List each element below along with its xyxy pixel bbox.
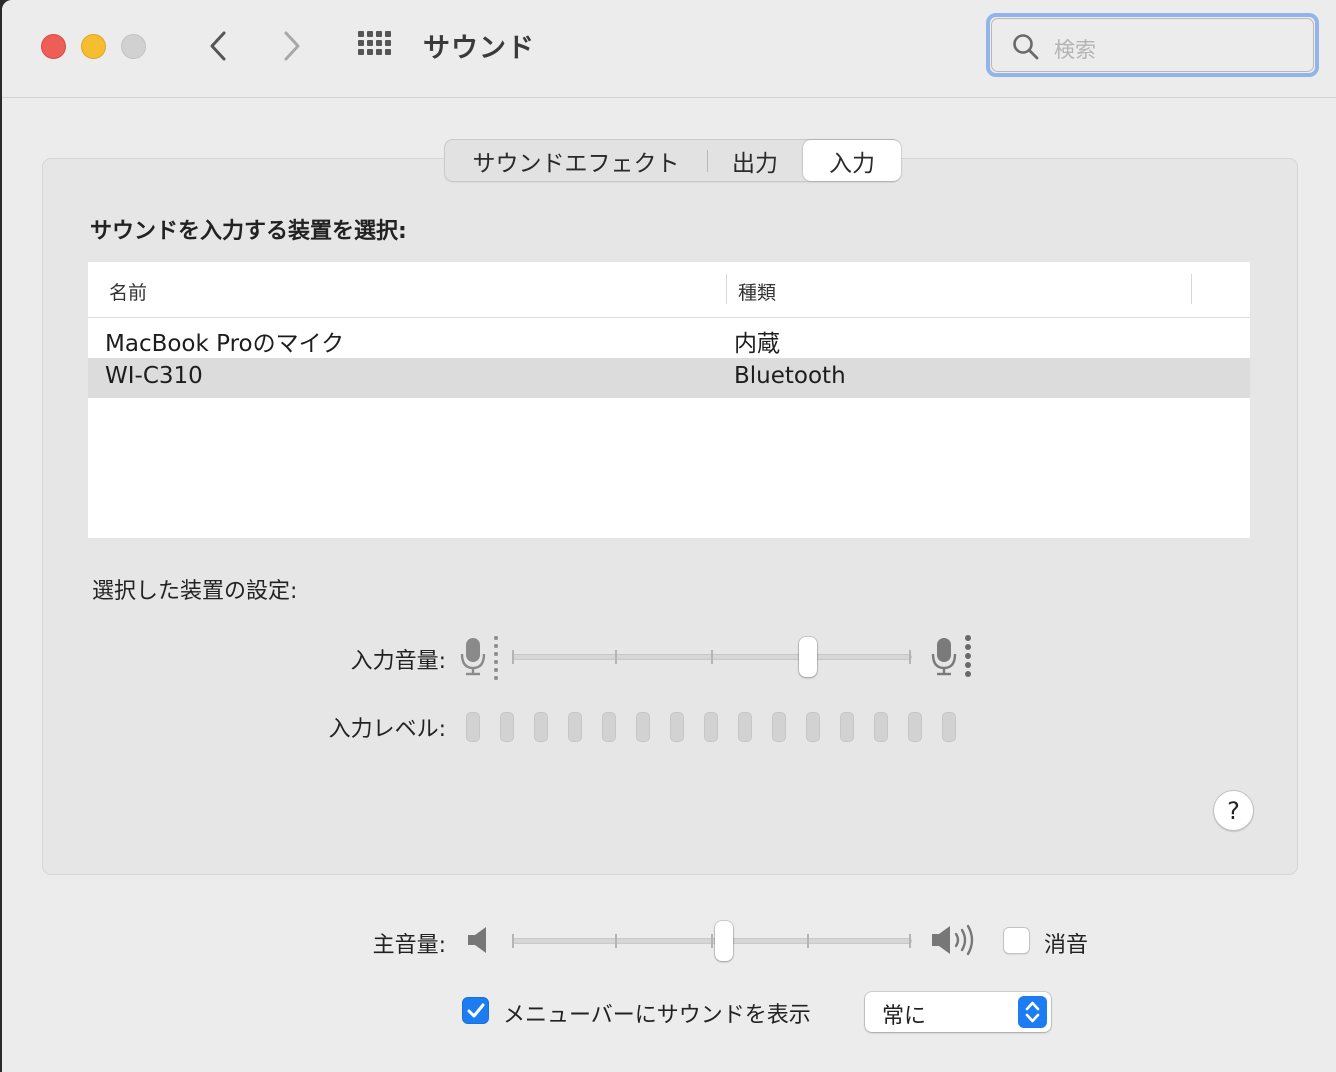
level-segment xyxy=(704,712,718,742)
show-in-menubar-label: メニューバーにサウンドを表示 xyxy=(503,1003,811,1028)
show-in-menubar-checkbox[interactable] xyxy=(462,997,489,1024)
level-segment xyxy=(772,712,786,742)
master-volume-thumb[interactable] xyxy=(715,921,733,961)
tab-bar: サウンドエフェクト 出力 入力 xyxy=(444,139,901,182)
level-segment xyxy=(568,712,582,742)
table-row-selected[interactable]: WI-C310 Bluetooth xyxy=(88,358,1250,398)
chevron-left-icon xyxy=(210,31,226,61)
table-row[interactable]: MacBook Proのマイク 内蔵 xyxy=(88,319,1250,359)
slider-tick xyxy=(711,650,713,664)
level-segment xyxy=(636,712,650,742)
speaker-loud-icon xyxy=(932,924,974,956)
popup-value: 常に xyxy=(882,1004,927,1029)
titlebar: サウンド 検索 xyxy=(2,0,1336,98)
input-level-label: 入力レベル: xyxy=(328,717,446,742)
level-segment xyxy=(942,712,956,742)
popup-stepper xyxy=(1018,996,1047,1028)
help-button[interactable]: ? xyxy=(1213,790,1254,831)
level-segment xyxy=(466,712,480,742)
show-all-button[interactable] xyxy=(354,28,394,62)
device-type: Bluetooth xyxy=(734,363,846,389)
table-header: 名前 種類 xyxy=(88,262,1250,318)
level-segment xyxy=(908,712,922,742)
up-down-chevron-icon xyxy=(1025,1001,1040,1023)
level-segment xyxy=(840,712,854,742)
slider-tick xyxy=(909,650,911,664)
input-volume-thumb[interactable] xyxy=(799,637,817,677)
microphone-icon xyxy=(460,636,498,680)
column-divider[interactable] xyxy=(1191,274,1192,304)
slider-tick xyxy=(711,934,713,948)
level-segment xyxy=(670,712,684,742)
search-placeholder: 検索 xyxy=(1054,38,1096,62)
mute-label: 消音 xyxy=(1044,933,1089,958)
mute-checkbox[interactable] xyxy=(1003,927,1030,954)
menubar-display-popup[interactable]: 常に xyxy=(865,992,1051,1032)
master-volume-label: 主音量: xyxy=(372,933,446,958)
sound-preferences-window: サウンド 検索 サウンドエフェクト 出力 入力 サウンドを入力する装置を選択: … xyxy=(2,0,1336,1072)
device-name: WI-C310 xyxy=(105,363,203,389)
slider-tick xyxy=(512,934,514,948)
input-device-table: 名前 種類 MacBook Proのマイク 内蔵 WI-C310 Bluetoo… xyxy=(88,262,1250,538)
search-field[interactable]: 検索 xyxy=(986,13,1319,77)
device-select-heading: サウンドを入力する装置を選択: xyxy=(90,219,407,244)
input-volume-label: 入力音量: xyxy=(350,649,446,674)
slider-tick xyxy=(615,934,617,948)
search-icon xyxy=(1013,34,1039,60)
speaker-icon xyxy=(468,927,486,953)
back-button[interactable] xyxy=(200,26,236,66)
chevron-right-icon xyxy=(284,31,300,61)
level-segment xyxy=(534,712,548,742)
device-type: 内蔵 xyxy=(734,331,780,357)
tab-input[interactable]: 入力 xyxy=(803,140,901,181)
tab-sound-effects[interactable]: サウンドエフェクト xyxy=(445,140,707,181)
slider-tick xyxy=(512,650,514,664)
slider-tick xyxy=(909,934,911,948)
column-header-name[interactable]: 名前 xyxy=(109,278,147,305)
close-button[interactable] xyxy=(41,34,66,59)
level-segment xyxy=(806,712,820,742)
help-icon: ? xyxy=(1227,796,1240,825)
level-segment xyxy=(738,712,752,742)
window-title: サウンド xyxy=(423,33,535,64)
forward-button[interactable] xyxy=(274,26,310,66)
column-header-type[interactable]: 種類 xyxy=(738,278,776,305)
microphone-icon xyxy=(931,635,971,677)
slider-tick xyxy=(615,650,617,664)
checkmark-icon xyxy=(467,1003,484,1017)
level-segment xyxy=(602,712,616,742)
device-name: MacBook Proのマイク xyxy=(105,331,345,357)
level-segment xyxy=(874,712,888,742)
zoom-button[interactable] xyxy=(121,34,146,59)
slider-tick xyxy=(807,934,809,948)
level-segment xyxy=(500,712,514,742)
device-settings-heading: 選択した装置の設定: xyxy=(92,579,298,604)
column-divider[interactable] xyxy=(726,274,727,304)
tab-output[interactable]: 出力 xyxy=(707,140,803,181)
minimize-button[interactable] xyxy=(81,34,106,59)
